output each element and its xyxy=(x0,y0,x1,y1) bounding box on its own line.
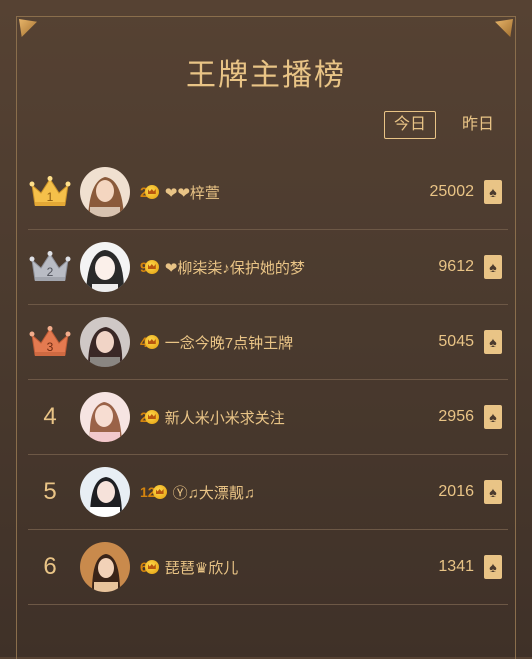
rank-number: 4 xyxy=(43,403,57,430)
crown-level-icon xyxy=(144,410,159,424)
corner-ornament-right xyxy=(495,19,513,37)
tab-yesterday[interactable]: 昨日 xyxy=(452,111,504,139)
ranking-list: 1 2 ❤❤梓萱 25002 ♠ 2 9 ❤柳柒柒♪保护她的梦 9612 ♠ 3… xyxy=(28,155,508,605)
gold-crown-icon: 1 xyxy=(29,176,71,206)
score-value: 2956 xyxy=(438,408,474,425)
corner-ornament-left xyxy=(19,19,37,37)
rank-cell: 4 xyxy=(28,403,72,431)
crown-level-icon xyxy=(144,260,159,274)
rank-cell: 2 xyxy=(28,250,72,284)
ranking-row[interactable]: 3 4 一念今晚7点钟王牌 5045 ♠ xyxy=(28,305,508,380)
avatar[interactable] xyxy=(80,317,130,367)
rank-number: 5 xyxy=(43,478,57,505)
crown-level-icon xyxy=(144,335,159,349)
crown-level-icon xyxy=(144,560,159,574)
score-value: 1341 xyxy=(438,558,474,575)
avatar[interactable] xyxy=(80,167,130,217)
rank-number: 6 xyxy=(43,553,57,580)
score-value: 2016 xyxy=(438,483,474,500)
spade-badge-icon[interactable]: ♠ xyxy=(484,255,502,279)
rank-cell: 5 xyxy=(28,478,72,506)
ranking-row[interactable]: 1 2 ❤❤梓萱 25002 ♠ xyxy=(28,155,508,230)
spade-badge-icon[interactable]: ♠ xyxy=(484,330,502,354)
avatar[interactable] xyxy=(80,467,130,517)
rank-number: 2 xyxy=(47,265,54,279)
level-badge: 2 xyxy=(140,409,159,425)
avatar[interactable] xyxy=(80,392,130,442)
rank-cell: 6 xyxy=(28,553,72,581)
level-badge: 12 xyxy=(140,484,167,500)
level-badge: 4 xyxy=(140,334,159,350)
spade-badge-icon[interactable]: ♠ xyxy=(484,405,502,429)
streamer-name: 一念今晚7点钟王牌 xyxy=(164,334,294,352)
bronze-crown-icon: 3 xyxy=(29,326,71,356)
score-value: 9612 xyxy=(438,258,474,275)
crown-level-icon xyxy=(144,185,159,199)
level-badge: 6 xyxy=(140,559,159,575)
score-value: 25002 xyxy=(429,183,475,200)
ranking-row[interactable]: 6 6 琵琶♛欣儿 1341 ♠ xyxy=(28,530,508,605)
streamer-name: 琵琶♛欣儿 xyxy=(164,559,239,577)
day-tabs: 今日 昨日 xyxy=(383,111,504,139)
spade-badge-icon[interactable]: ♠ xyxy=(484,180,502,204)
ranking-row[interactable]: 2 9 ❤柳柒柒♪保护她的梦 9612 ♠ xyxy=(28,230,508,305)
level-badge: 9 xyxy=(140,259,159,275)
rank-number: 3 xyxy=(47,340,54,354)
score-value: 5045 xyxy=(438,333,474,350)
avatar[interactable] xyxy=(80,542,130,592)
page-title: 王牌主播榜 xyxy=(186,59,346,92)
spade-badge-icon[interactable]: ♠ xyxy=(484,555,502,579)
ranking-row[interactable]: 4 2 新人米小米求关注 2956 ♠ xyxy=(28,380,508,455)
avatar[interactable] xyxy=(80,242,130,292)
ranking-row[interactable]: 5 12 Ⓨ♫大漂靓♫ 2016 ♠ xyxy=(28,455,508,530)
rank-cell: 3 xyxy=(28,325,72,359)
streamer-name: ❤❤梓萱 xyxy=(164,184,220,202)
rank-cell: 1 xyxy=(28,175,72,209)
streamer-name: Ⓨ♫大漂靓♫ xyxy=(172,484,256,502)
crown-level-icon xyxy=(152,485,167,499)
silver-crown-icon: 2 xyxy=(29,251,71,281)
tab-today[interactable]: 今日 xyxy=(383,111,436,139)
rank-number: 1 xyxy=(47,190,54,204)
streamer-name: ❤柳柒柒♪保护她的梦 xyxy=(164,259,305,277)
spade-badge-icon[interactable]: ♠ xyxy=(484,480,502,504)
level-badge: 2 xyxy=(140,184,159,200)
streamer-name: 新人米小米求关注 xyxy=(164,409,285,427)
